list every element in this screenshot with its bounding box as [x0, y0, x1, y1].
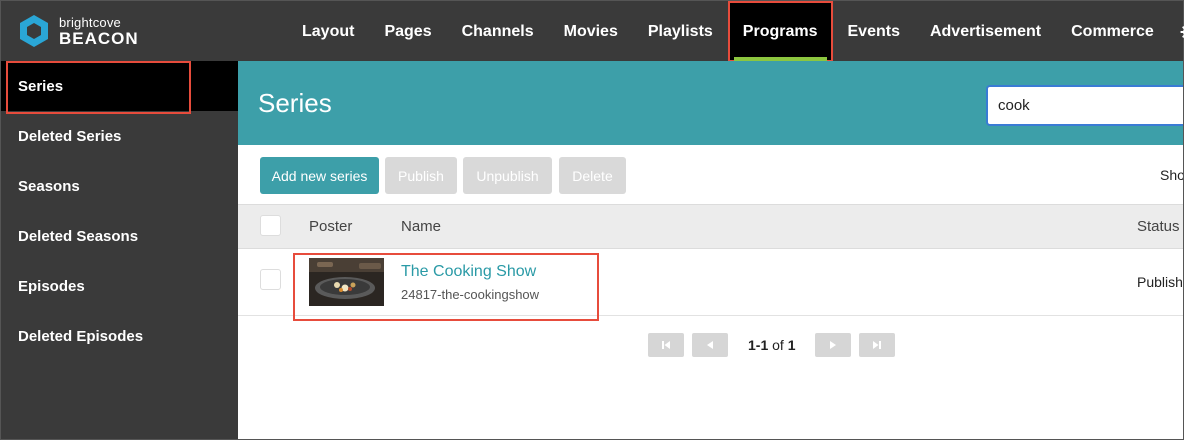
pagination-of: of — [772, 337, 784, 353]
column-header-name[interactable]: Name — [401, 218, 441, 235]
logo-brand-text: brightcove — [59, 14, 121, 30]
nav-layout[interactable]: Layout — [287, 1, 369, 62]
next-page-button[interactable] — [815, 333, 851, 357]
first-page-icon — [662, 341, 670, 349]
poster-thumbnail[interactable] — [309, 258, 384, 306]
nav-advertisement[interactable]: Advertisement — [915, 1, 1056, 62]
hexagon-logo-icon — [17, 14, 51, 48]
nav-playlists[interactable]: Playlists — [633, 1, 728, 62]
series-slug: 24817-the-cookingshow — [401, 287, 540, 302]
sidebar-item-series[interactable]: Series — [1, 61, 238, 114]
page-title: Series — [258, 88, 332, 118]
next-page-icon — [830, 341, 836, 349]
sidebar-item-deleted-seasons[interactable]: Deleted Seasons — [1, 211, 238, 261]
sidebar-item-seasons[interactable]: Seasons — [1, 161, 238, 211]
row-checkbox[interactable] — [260, 269, 281, 290]
page-header: Series — [238, 61, 1183, 145]
publish-button[interactable]: Publish — [385, 157, 457, 194]
column-header-poster: Poster — [309, 218, 353, 235]
pagination: 1-1 of 1 — [238, 333, 1183, 359]
search-input[interactable] — [986, 85, 1183, 126]
gear-icon[interactable] — [1169, 1, 1184, 62]
pagination-total: 1 — [787, 337, 796, 353]
table-header: Poster Name Status — [238, 204, 1183, 249]
select-all-checkbox[interactable] — [260, 215, 281, 236]
last-page-icon — [873, 341, 881, 349]
add-new-series-button[interactable]: Add new series — [260, 157, 379, 194]
previous-page-icon — [707, 341, 713, 349]
sidebar: Series Deleted Series Seasons Deleted Se… — [0, 61, 238, 440]
pagination-range: 1-1 — [748, 337, 769, 353]
main-nav: Layout Pages Channels Movies Playlists P… — [287, 1, 1184, 62]
previous-page-button[interactable] — [692, 333, 728, 357]
table-row[interactable]: The Cooking Show 24817-the-cookingshow P… — [238, 249, 1183, 321]
series-name-link[interactable]: The Cooking Show — [401, 263, 536, 281]
main-content: Series Add new series Publish Unpublish … — [238, 61, 1184, 440]
logo-product-text: BEACON — [59, 28, 139, 48]
nav-pages[interactable]: Pages — [369, 1, 446, 62]
show-label: Sho — [1160, 167, 1184, 183]
unpublish-button[interactable]: Unpublish — [463, 157, 552, 194]
last-page-button[interactable] — [859, 333, 895, 357]
action-toolbar: Add new series Publish Unpublish Delete … — [238, 145, 1183, 204]
nav-channels[interactable]: Channels — [447, 1, 549, 62]
delete-button[interactable]: Delete — [559, 157, 626, 194]
sidebar-item-deleted-series[interactable]: Deleted Series — [1, 111, 238, 161]
brightcove-beacon-logo[interactable]: brightcove BEACON — [17, 13, 139, 49]
nav-programs[interactable]: Programs — [727, 1, 833, 62]
pagination-info: 1-1 of 1 — [748, 337, 796, 353]
top-nav-bar: brightcove BEACON Layout Pages Channels … — [0, 0, 1184, 62]
status-text: Publish — [1137, 274, 1183, 290]
nav-commerce[interactable]: Commerce — [1056, 1, 1169, 62]
nav-events[interactable]: Events — [833, 1, 915, 62]
sidebar-item-episodes[interactable]: Episodes — [1, 261, 238, 311]
column-header-status[interactable]: Status — [1137, 218, 1180, 235]
nav-movies[interactable]: Movies — [549, 1, 633, 62]
sidebar-item-deleted-episodes[interactable]: Deleted Episodes — [1, 311, 238, 361]
first-page-button[interactable] — [648, 333, 684, 357]
